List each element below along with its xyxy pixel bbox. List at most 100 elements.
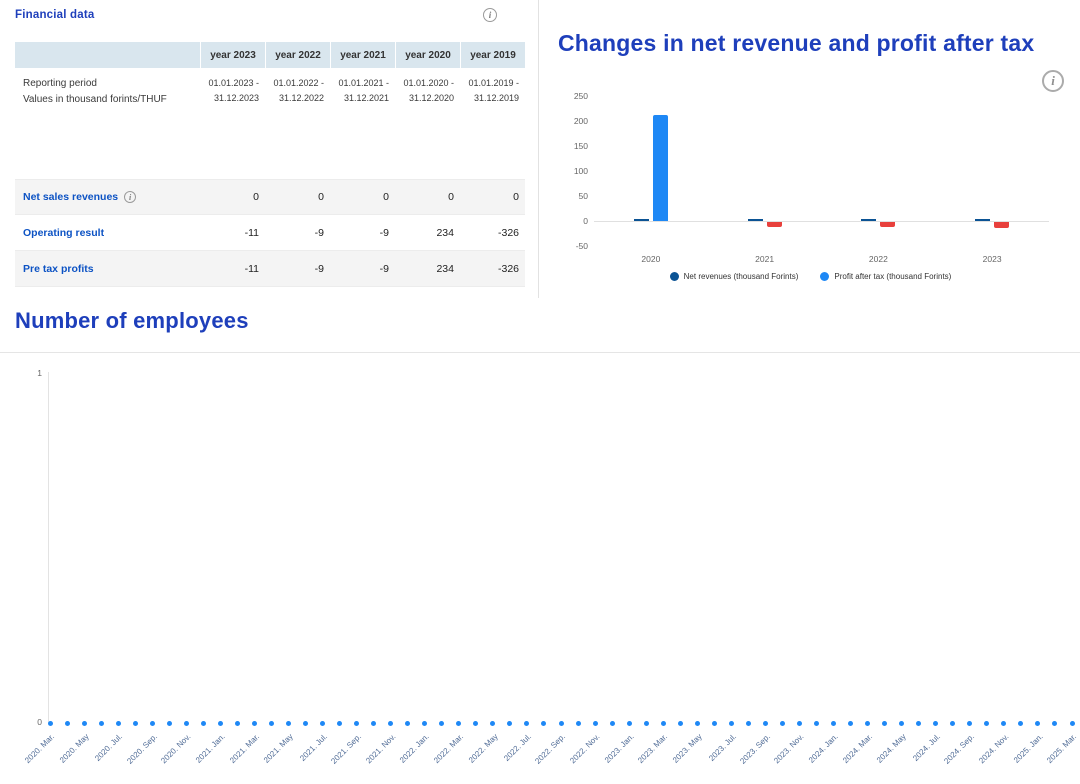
info-icon[interactable]: i — [124, 191, 136, 203]
cell-value: 0 — [265, 191, 330, 203]
data-point — [1052, 721, 1057, 726]
x-axis-label: 2021. Mar. — [228, 732, 261, 765]
data-point — [133, 721, 138, 726]
table-row: Pre tax profits-11-9-9234-326 — [15, 251, 525, 287]
row-label-text: Operating result — [23, 227, 104, 239]
data-point — [286, 721, 291, 726]
y-axis-tick: 1 — [28, 368, 42, 378]
x-axis-label: 2023. May — [671, 732, 704, 765]
y-axis-tick: 100 — [558, 166, 588, 176]
data-point — [967, 721, 972, 726]
row-label: Net sales revenuesi — [15, 191, 200, 203]
data-point — [82, 721, 87, 726]
row-label-text: Pre tax profits — [23, 263, 94, 275]
x-axis-label: 2020. Sep. — [125, 732, 159, 766]
column-header: year 2020 — [395, 42, 460, 68]
period-end: 31.12.2019 — [460, 91, 519, 106]
net-revenues-bar — [861, 219, 876, 221]
x-axis-label: 2020. Nov. — [159, 732, 192, 765]
x-axis-label: 2021. Jul. — [298, 732, 329, 763]
financial-data-title: Financial data — [15, 9, 95, 21]
revenue-chart-section: Changes in net revenue and profit after … — [540, 0, 1080, 300]
x-axis-label: 2024. Jan. — [807, 732, 840, 765]
revenue-chart-title: Changes in net revenue and profit after … — [558, 30, 1080, 57]
y-axis-tick: 200 — [558, 116, 588, 126]
data-point — [218, 721, 223, 726]
employees-line-chart: 1 0 2020. Mar.2020. May2020. Jul.2020. S… — [0, 356, 1080, 784]
x-axis-label: 2025. Mar. — [1045, 732, 1078, 765]
reporting-period-row: Reporting periodValues in thousand forin… — [15, 68, 525, 117]
cell-value: 0 — [330, 191, 395, 203]
page: Financial data i year 2023year 2022year … — [0, 0, 1080, 784]
data-point — [337, 721, 342, 726]
data-point — [1001, 721, 1006, 726]
legend-dot — [670, 272, 679, 281]
chart-legend: Net revenues (thousand Forints) Profit af… — [558, 272, 1063, 281]
x-axis-label: 2024. Sep. — [942, 732, 976, 766]
y-axis-tick: 150 — [558, 141, 588, 151]
x-axis-label: 2024. Nov. — [977, 732, 1010, 765]
data-point — [695, 721, 700, 726]
net-revenues-bar — [975, 219, 990, 221]
column-header: year 2021 — [330, 42, 395, 68]
data-point — [831, 721, 836, 726]
data-point — [405, 721, 410, 726]
data-point — [559, 721, 564, 726]
profit-after-tax-bar — [880, 222, 895, 227]
x-axis-label: 2024. Mar. — [841, 732, 874, 765]
employees-chart-title: Number of employees — [15, 308, 249, 334]
cell-value: 234 — [395, 227, 460, 239]
x-axis-label: 2023. Jan. — [603, 732, 636, 765]
x-axis-label: 2025. Jan. — [1012, 732, 1045, 765]
x-axis-label: 2023 — [962, 254, 1022, 264]
info-icon[interactable]: i — [483, 8, 497, 22]
x-axis-label: 2022. Sep. — [534, 732, 568, 766]
info-icon[interactable]: i — [1042, 70, 1064, 92]
x-axis-label: 2021 — [735, 254, 795, 264]
vertical-divider — [538, 0, 539, 298]
data-point — [729, 721, 734, 726]
revenue-bar-chart: Net revenues (thousand Forints) Profit af… — [558, 92, 1063, 292]
data-point — [627, 721, 632, 726]
data-point — [269, 721, 274, 726]
cell-value: 0 — [460, 191, 525, 203]
period-end: 31.12.2020 — [395, 91, 454, 106]
x-axis-label: 2022. Jan. — [398, 732, 431, 765]
data-point — [984, 721, 989, 726]
x-axis-label: 2023. Nov. — [773, 732, 806, 765]
x-axis-label: 2020 — [621, 254, 681, 264]
y-axis-tick: 50 — [558, 191, 588, 201]
x-axis-label: 2023. Sep. — [738, 732, 772, 766]
y-axis-tick: 250 — [558, 91, 588, 101]
cell-value: -11 — [200, 263, 265, 275]
data-point — [388, 721, 393, 726]
financial-table-body: Net sales revenuesi00000Operating result… — [15, 179, 525, 287]
data-point — [899, 721, 904, 726]
y-axis-tick: 0 — [28, 717, 42, 727]
data-point — [950, 721, 955, 726]
period-cell: 01.01.2023 -31.12.2023 — [200, 76, 265, 107]
legend-item[interactable]: Profit after tax (thousand Forints) — [820, 272, 951, 281]
data-point — [916, 721, 921, 726]
cell-value: -9 — [265, 227, 330, 239]
x-axis-label: 2020. Jul. — [94, 732, 125, 763]
y-axis-line — [48, 372, 49, 723]
data-point — [252, 721, 257, 726]
cell-value: 0 — [395, 191, 460, 203]
zero-baseline — [594, 221, 1049, 222]
data-point — [797, 721, 802, 726]
horizontal-divider — [0, 352, 1080, 353]
data-point — [184, 721, 189, 726]
net-revenues-bar — [748, 219, 763, 221]
cell-value: 0 — [200, 191, 265, 203]
legend-item[interactable]: Net revenues (thousand Forints) — [670, 272, 799, 281]
column-header: year 2019 — [460, 42, 525, 68]
data-point — [354, 721, 359, 726]
cell-value: 234 — [395, 263, 460, 275]
y-axis-tick: -50 — [558, 241, 588, 251]
period-start: 01.01.2023 - — [200, 76, 259, 91]
data-point — [746, 721, 751, 726]
x-axis-label: 2021. Jan. — [194, 732, 227, 765]
data-point — [456, 721, 461, 726]
profit-after-tax-bar — [994, 222, 1009, 228]
